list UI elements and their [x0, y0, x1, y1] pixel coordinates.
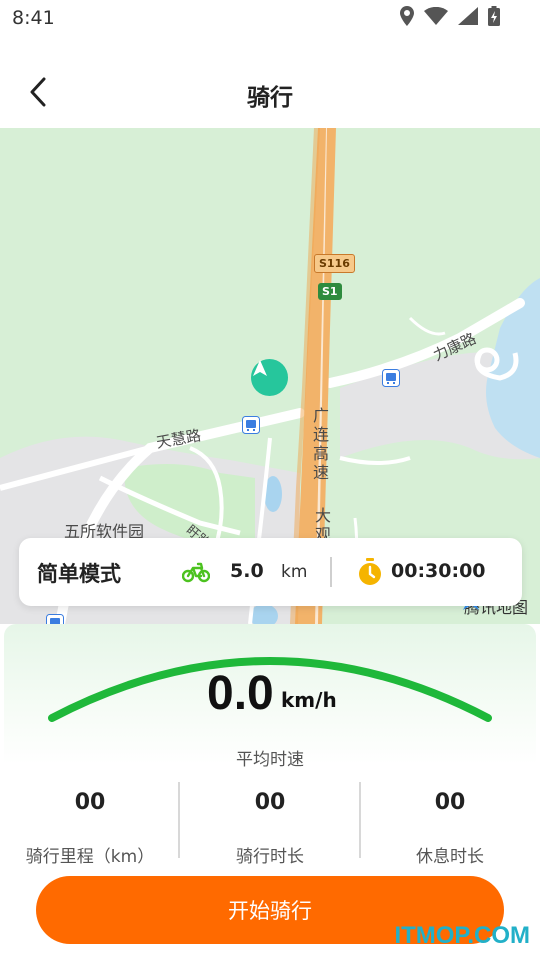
ride-panel: 0.0 km/h 平均时速 00 骑行里程（km） 00 骑行时长 00 休息时… [0, 624, 540, 960]
site-watermark: ITMOP.COM [394, 922, 530, 949]
bicycle-icon [181, 561, 211, 587]
status-bar: 8:41 [0, 0, 540, 36]
stat-distance-label: 骑行里程（km） [25, 847, 155, 867]
current-speed-unit: km/h [281, 688, 337, 712]
stopwatch-icon [358, 558, 382, 590]
ride-stats: 00 骑行里程（km） 00 骑行时长 00 休息时长 [0, 782, 540, 867]
road-shield-s116: S116 [314, 254, 355, 273]
current-speed-value: 0.0 [207, 667, 274, 720]
stat-distance-value: 00 [74, 790, 106, 815]
page-title: 骑行 [247, 85, 293, 111]
header: 骑行 [0, 56, 540, 128]
stat-rest-value: 00 [434, 790, 466, 815]
ride-mode-label: 简单模式 [37, 562, 121, 586]
status-time: 8:41 [12, 7, 55, 29]
signal-icon [458, 7, 478, 25]
location-icon [400, 6, 414, 26]
target-time-value: 00:30:00 [391, 560, 486, 582]
card-divider [330, 557, 332, 587]
road-shield-s1: S1 [318, 283, 342, 300]
target-distance-value: 5.0 [230, 560, 264, 582]
stat-rest-label: 休息时长 [416, 847, 484, 867]
stat-duration-label: 骑行时长 [236, 847, 304, 867]
stat-duration: 00 骑行时长 [180, 782, 360, 867]
map-label-guanglian-expressway: 广连高速 [312, 406, 329, 482]
ride-mode-card[interactable]: 简单模式 5.0 km 00:30:00 [19, 538, 522, 606]
battery-charging-icon [488, 6, 500, 26]
status-icons [400, 6, 500, 26]
stat-rest: 00 休息时长 [360, 782, 540, 867]
average-speed-label: 平均时速 [236, 750, 304, 770]
wifi-icon [424, 7, 448, 25]
target-distance-unit: km [281, 562, 308, 582]
stat-duration-value: 00 [254, 790, 286, 815]
stat-distance: 00 骑行里程（km） [0, 782, 180, 867]
current-location-marker[interactable] [251, 359, 288, 396]
